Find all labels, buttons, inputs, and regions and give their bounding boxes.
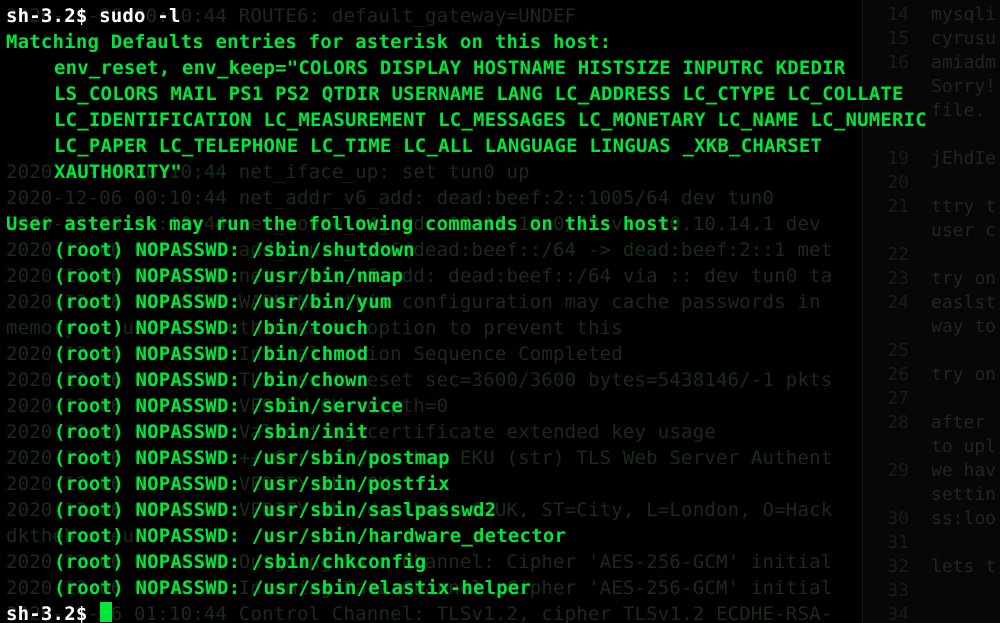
editor-line-number: 33: [887, 580, 909, 601]
sudo-command-line: (root) NOPASSWD: /usr/sbin/elastix-helpe…: [54, 577, 532, 599]
editor-line: 14 mysqli: [863, 4, 1000, 30]
sudo-command-line: (root) NOPASSWD: /usr/bin/yum: [54, 291, 392, 313]
editor-line-number: 26: [887, 364, 909, 385]
editor-line-number: 15: [887, 28, 909, 49]
editor-line-number: 20: [887, 172, 909, 193]
sudo-command-line: (root) NOPASSWD: /sbin/service: [54, 395, 404, 417]
editor-line-number: 27: [887, 388, 909, 409]
editor-line-text: file.: [931, 100, 986, 121]
editor-line-text: user c: [931, 220, 997, 241]
editor-line-text: Sorry!: [931, 76, 997, 97]
editor-line-text: mysqli: [931, 4, 997, 25]
editor-line-text: we hav: [931, 460, 997, 481]
editor-line-text: ss:loo: [931, 508, 997, 529]
editor-line-text: easlst: [931, 292, 997, 313]
sudo-command-line: (root) NOPASSWD: /usr/sbin/postmap: [54, 447, 450, 469]
editor-line: settin: [863, 484, 1000, 510]
editor-line-number: 25: [887, 340, 909, 361]
editor-line: 27: [863, 388, 1000, 414]
editor-line: 34: [863, 604, 1000, 623]
sudo-command-line: (root) NOPASSWD: /sbin/chkconfig: [54, 551, 427, 573]
commands-header: User asterisk may run the following comm…: [6, 213, 682, 235]
sudo-command-line: (root) NOPASSWD: /usr/sbin/hardware_dete…: [54, 525, 567, 547]
defaults-line: LS_COLORS MAIL PS1 PS2 QTDIR USERNAME LA…: [54, 83, 904, 105]
text-cursor: [100, 602, 112, 622]
editor-line: 32 lets t: [863, 556, 1000, 582]
editor-line-text: ttry t: [931, 196, 997, 217]
sudo-command-line: (root) NOPASSWD: /bin/touch: [54, 317, 369, 339]
editor-line: 19 jEhdIe: [863, 148, 1000, 174]
editor-line-text: try on: [931, 364, 997, 385]
defaults-line: env_reset, env_keep="COLORS DISPLAY HOST…: [54, 57, 846, 79]
sudo-command-line: (root) NOPASSWD: /sbin/init: [54, 421, 369, 443]
editor-line-text: try on: [931, 268, 997, 289]
editor-line-number: 14: [887, 4, 909, 25]
editor-line-number: 28: [887, 412, 909, 433]
editor-line: 24 easlst: [863, 292, 1000, 318]
editor-line: 25: [863, 340, 1000, 366]
editor-line-number: 24: [887, 292, 909, 313]
sudo-command-line: (root) NOPASSWD: /usr/sbin/saslpasswd2: [54, 499, 497, 521]
defaults-header: Matching Defaults entries for asterisk o…: [6, 31, 612, 53]
shell-prompt-command: sh-3.2$ sudo -l: [6, 5, 181, 27]
editor-line: 20: [863, 172, 1000, 198]
editor-line-text: to upl: [931, 436, 997, 457]
editor-line: 30 ss:loo: [863, 508, 1000, 534]
editor-line-text: lets t: [931, 556, 997, 577]
editor-line: 22: [863, 244, 1000, 270]
terminal-screen: 2020-12-06 00:10:44 ROUTE6: default_gate…: [0, 0, 1000, 623]
terminal-output[interactable]: sh-3.2$ sudo -l Matching Defaults entrie…: [0, 0, 927, 623]
editor-line: 29 we hav: [863, 460, 1000, 486]
editor-line-text: amiadm: [931, 52, 997, 73]
defaults-line: LC_IDENTIFICATION LC_MEASUREMENT LC_MESS…: [54, 109, 927, 131]
editor-line-number: 32: [887, 556, 909, 577]
editor-line-text: jEhdIe: [931, 148, 997, 169]
defaults-line: LC_PAPER LC_TELEPHONE LC_TIME LC_ALL LAN…: [54, 135, 823, 157]
editor-line: 21 ttry t: [863, 196, 1000, 222]
editor-line-number: 16: [887, 52, 909, 73]
editor-line: 16 amiadm: [863, 52, 1000, 78]
editor-line-text: after: [931, 412, 986, 433]
editor-line: 23 try on: [863, 268, 1000, 294]
sudo-command-line: (root) NOPASSWD: /usr/sbin/postfix: [54, 473, 450, 495]
editor-line: 26 try on: [863, 364, 1000, 390]
editor-line-number: 34: [887, 604, 909, 623]
editor-line-number: 29: [887, 460, 909, 481]
editor-line: 28 after: [863, 412, 1000, 438]
editor-line: way to: [863, 316, 1000, 342]
editor-line-number: 19: [887, 148, 909, 169]
defaults-line: XAUTHORITY": [54, 161, 183, 183]
sudo-command-line: (root) NOPASSWD: /sbin/shutdown: [54, 239, 415, 261]
shell-prompt: sh-3.2$: [6, 603, 100, 623]
editor-line-number: 21: [887, 196, 909, 217]
editor-line: 31: [863, 532, 1000, 558]
sudo-command-line: (root) NOPASSWD: /bin/chown: [54, 369, 369, 391]
sudo-command-line: (root) NOPASSWD: /bin/chmod: [54, 343, 369, 365]
editor-line-text: way to: [931, 316, 997, 337]
editor-line: 15 cyrusu: [863, 28, 1000, 54]
editor-line: to upl: [863, 436, 1000, 462]
editor-line-number: 23: [887, 268, 909, 289]
editor-line: user c: [863, 220, 1000, 246]
editor-line-number: 31: [887, 532, 909, 553]
editor-line-number: 22: [887, 244, 909, 265]
editor-line-number: 30: [887, 508, 909, 529]
sudo-command-line: (root) NOPASSWD: /usr/bin/nmap: [54, 265, 404, 287]
editor-line: 33: [863, 580, 1000, 606]
editor-line-text: settin: [931, 484, 997, 505]
editor-line-text: cyrusu: [931, 28, 997, 49]
